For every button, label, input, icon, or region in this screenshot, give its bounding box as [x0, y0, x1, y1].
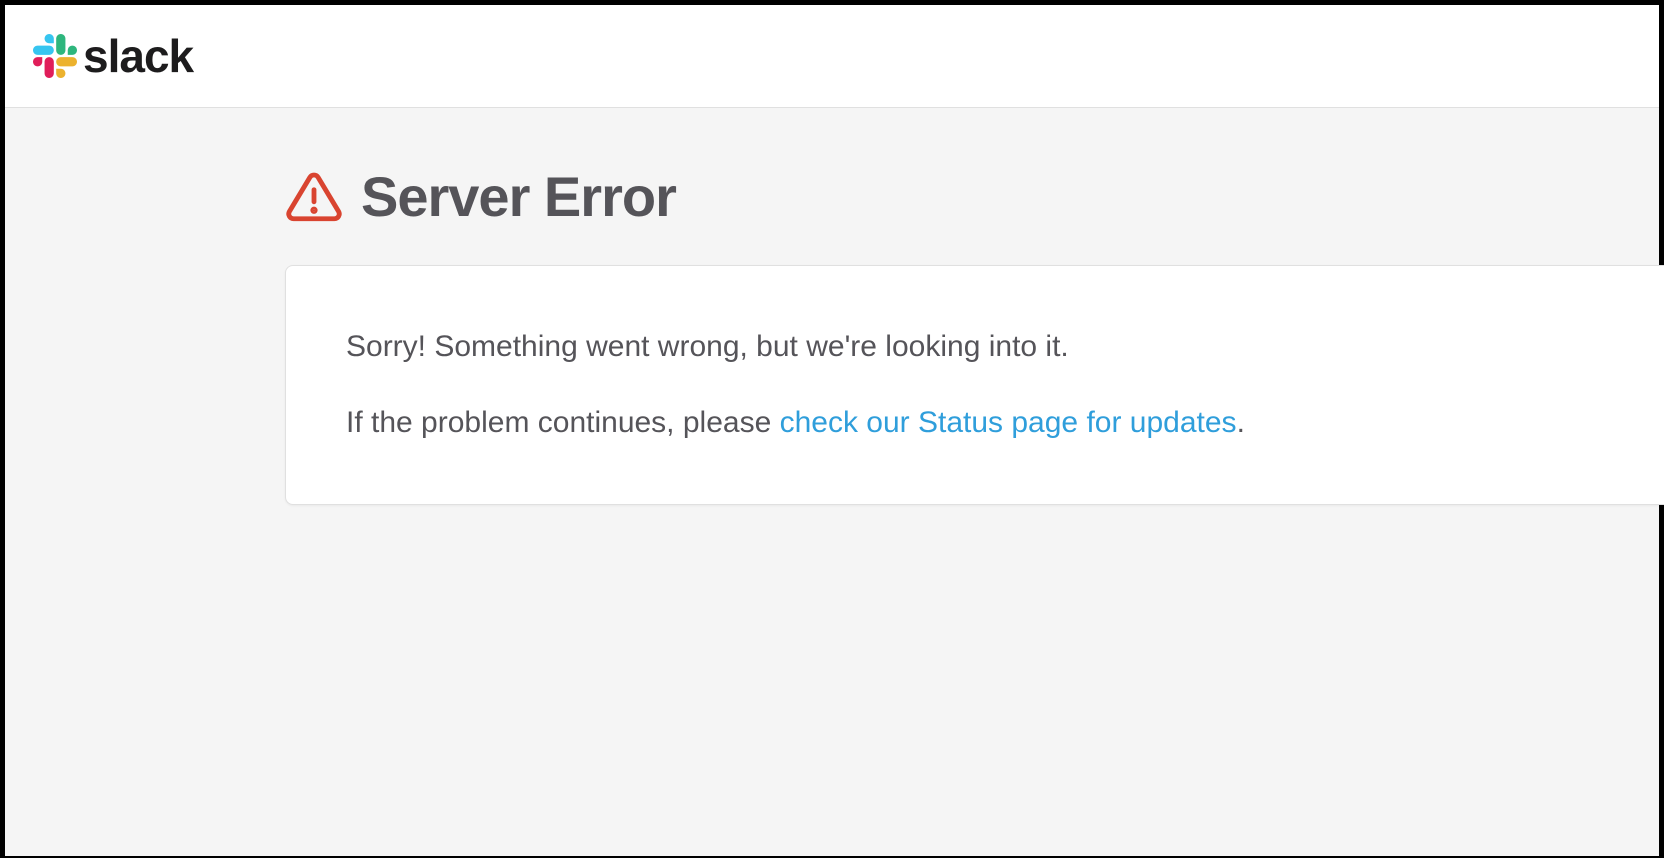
page-header: slack [5, 5, 1659, 108]
error-message-line2-prefix: If the problem continues, please [346, 406, 780, 439]
error-message-line2-suffix: . [1237, 406, 1245, 439]
error-heading: Server Error [285, 164, 1659, 229]
error-title: Server Error [361, 164, 676, 229]
status-page-link[interactable]: check our Status page for updates [780, 406, 1237, 439]
error-message-card: Sorry! Something went wrong, but we're l… [285, 265, 1664, 505]
error-content-area: Server Error Sorry! Something went wrong… [5, 108, 1659, 856]
error-message-line2: If the problem continues, please check o… [346, 402, 1604, 444]
slack-logo-text: slack [83, 29, 193, 83]
warning-icon [285, 168, 343, 226]
slack-logo[interactable]: slack [33, 29, 193, 83]
error-message-line1: Sorry! Something went wrong, but we're l… [346, 326, 1604, 368]
slack-logo-icon [33, 34, 77, 78]
